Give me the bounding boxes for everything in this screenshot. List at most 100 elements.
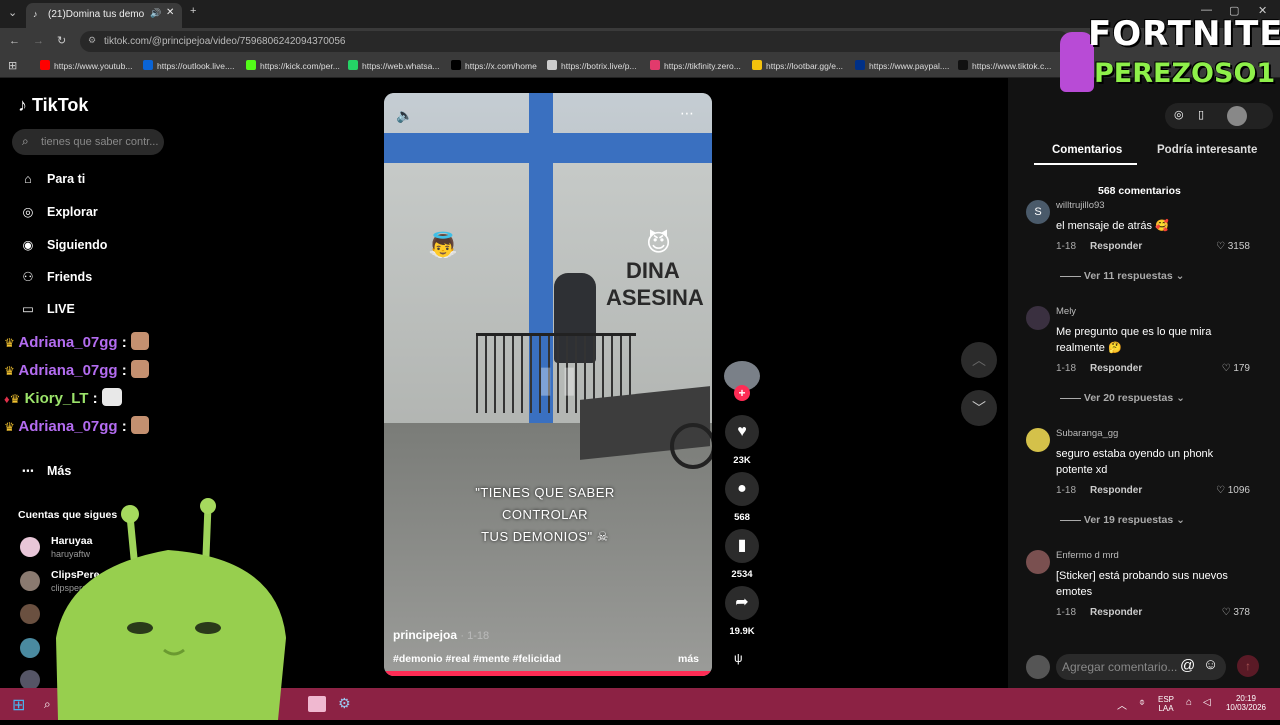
bookmark-item[interactable]: https://web.whatsa... — [348, 60, 439, 71]
comment-user[interactable]: Mely — [1056, 306, 1076, 317]
following-icon: ◉ — [22, 238, 34, 252]
reply-button[interactable]: Responder — [1090, 363, 1142, 374]
comment-button[interactable]: ● 568 — [724, 472, 760, 523]
avatar[interactable] — [20, 670, 40, 690]
forward-icon[interactable]: → — [33, 35, 44, 47]
video-author[interactable]: principejoa · 1-18 — [393, 628, 489, 642]
comment-user[interactable]: Enfermo d mrd — [1056, 550, 1119, 561]
avatar[interactable] — [1026, 550, 1050, 574]
compass-icon[interactable]: ◎ — [1174, 108, 1184, 121]
avatar[interactable] — [1026, 428, 1050, 452]
reply-button[interactable]: Responder — [1090, 485, 1142, 496]
comment-likes[interactable]: ♡ 1096 — [1216, 485, 1250, 496]
follow-plus-icon[interactable]: + — [734, 385, 750, 401]
share-button[interactable]: ➦ 19.9K — [724, 586, 760, 637]
more-icon: ⋯ — [21, 464, 35, 478]
chat-separator: : — [121, 334, 127, 351]
video-hashtags[interactable]: #demonio #real #mente #felicidad — [393, 653, 561, 665]
add-comment-input[interactable]: Agregar comentario... — [1056, 654, 1226, 680]
avatar[interactable] — [20, 604, 40, 624]
nav-para-ti[interactable]: ⌂ Para ti — [18, 172, 85, 186]
comment-text: seguro estaba oyendo un phonk potente xd — [1056, 448, 1214, 476]
browser-tab[interactable]: ♪ (21)Domina tus demonios 🔊 ✕ — [26, 3, 182, 28]
chat-user: Adriana_07gg — [18, 362, 118, 379]
volume-icon[interactable]: ◁ — [1203, 697, 1211, 708]
comment-item: Enfermo d mrd [Sticker] está probando su… — [1026, 550, 1256, 625]
nav-mas[interactable]: ⋯ Más — [18, 463, 72, 478]
apps-grid-icon[interactable]: ⊞ — [8, 59, 17, 72]
nav-friends[interactable]: ⚇ Friends — [18, 269, 92, 284]
comment-likes[interactable]: ♡ 179 — [1222, 363, 1250, 374]
tiktok-logo[interactable]: ♪ TikTok — [18, 95, 88, 116]
next-video-button[interactable]: ﹀ — [961, 390, 997, 426]
reload-icon[interactable]: ↻ — [57, 34, 66, 47]
reply-button[interactable]: Responder — [1090, 241, 1142, 252]
bookmark-item[interactable]: https://www.youtub... — [40, 60, 132, 71]
save-button[interactable]: ▮ 2534 — [724, 529, 760, 580]
mic-icon[interactable]: ⌽ — [1139, 697, 1145, 708]
bookmark-item[interactable]: https://tikfinity.zero... — [650, 60, 741, 71]
bookmark-item[interactable]: https://kick.com/per... — [246, 60, 340, 71]
home-icon: ⌂ — [24, 172, 32, 186]
tab-podria-interesante[interactable]: Podría interesante — [1157, 144, 1257, 156]
tray-chevron-icon[interactable]: ︿ — [1117, 697, 1127, 712]
phone-icon[interactable]: ▯ — [1198, 108, 1204, 121]
comment-likes[interactable]: ♡ 3158 — [1216, 241, 1250, 252]
chat-separator: : — [92, 390, 98, 407]
bookmark-item[interactable]: https://lootbar.gg/e... — [752, 60, 843, 71]
nav-siguiendo[interactable]: ◉ Siguiendo — [18, 237, 108, 252]
crown-icon: ♛ — [4, 364, 15, 378]
avatar[interactable] — [20, 638, 40, 658]
chat-user: Adriana_07gg — [18, 334, 118, 351]
comment-placeholder: Agregar comentario... — [1062, 660, 1178, 674]
nav-live[interactable]: ▭ LIVE — [18, 301, 75, 316]
tab-search-icon[interactable]: ⌄ — [8, 6, 17, 19]
bookmark-item[interactable]: https://www.tiktok.c... — [958, 60, 1051, 71]
more-options-icon[interactable]: ⋯ — [680, 105, 694, 122]
comment-likes[interactable]: ♡ 378 — [1222, 607, 1250, 618]
view-replies[interactable]: —— Ver 19 respuestas ⌄ — [1060, 514, 1185, 526]
clock[interactable]: 20:19 10/03/2026 — [1224, 694, 1268, 712]
video-player[interactable]: 👼 😈 DINA ASESINA 🔈 ⋯ ❚❚ — [384, 93, 712, 676]
profile-avatar[interactable] — [1227, 106, 1247, 126]
bookmark-item[interactable]: https://botrix.live/p... — [547, 60, 637, 71]
network-icon[interactable]: ⌂ — [1186, 697, 1192, 708]
search-input[interactable]: ⌕ tienes que saber contr... — [12, 129, 164, 155]
music-disc-icon[interactable]: ψ — [734, 651, 743, 665]
bookmark-item[interactable]: https://outlook.live.... — [143, 60, 234, 71]
speaker-icon[interactable]: 🔊 — [150, 8, 161, 19]
avatar[interactable] — [1026, 306, 1050, 330]
comment-user[interactable]: willtrujillo93 — [1056, 200, 1105, 211]
progress-bar[interactable] — [384, 671, 712, 676]
windows-start-icon[interactable]: ⊞ — [12, 695, 25, 715]
language-indicator[interactable]: ESP LAA — [1158, 695, 1174, 713]
emoji-icon[interactable]: ☺ — [1203, 656, 1218, 673]
pause-icon[interactable]: ❚❚ — [534, 363, 581, 396]
bookmark-favicon-icon — [348, 60, 358, 70]
mention-icon[interactable]: @ — [1180, 657, 1195, 674]
bookmark-favicon-icon — [958, 60, 968, 70]
send-button[interactable]: ↑ — [1237, 655, 1259, 677]
reply-button[interactable]: Responder — [1090, 607, 1142, 618]
comment-user[interactable]: Subaranga_gg — [1056, 428, 1118, 439]
like-button[interactable]: ♥ 23K — [724, 415, 760, 466]
nav-explorar[interactable]: ◎ Explorar — [18, 204, 98, 219]
more-link[interactable]: más — [678, 653, 699, 665]
url-field[interactable]: ⚙ tiktok.com/@principejoa/video/75968062… — [80, 31, 1070, 52]
creator-avatar[interactable]: + — [724, 361, 760, 401]
taskbar-app-icon[interactable] — [308, 696, 326, 712]
view-replies[interactable]: —— Ver 11 respuestas ⌄ — [1060, 270, 1184, 282]
prev-video-button[interactable]: ︿ — [961, 342, 997, 378]
bookmark-item[interactable]: https://www.paypal.... — [855, 60, 949, 71]
view-replies[interactable]: —— Ver 20 respuestas ⌄ — [1060, 392, 1185, 404]
steam-icon[interactable]: ⚙ — [338, 695, 351, 712]
mute-icon[interactable]: 🔈 — [396, 107, 413, 124]
back-icon[interactable]: ← — [9, 35, 20, 47]
new-tab-icon[interactable]: + — [190, 5, 196, 17]
my-avatar — [1026, 655, 1050, 679]
close-tab-icon[interactable]: ✕ — [166, 7, 174, 18]
bookmark-item[interactable]: https://x.com/home — [451, 60, 537, 71]
site-info-icon[interactable]: ⚙ — [88, 35, 96, 46]
avatar[interactable]: S — [1026, 200, 1050, 224]
tab-comentarios[interactable]: Comentarios — [1052, 144, 1122, 156]
